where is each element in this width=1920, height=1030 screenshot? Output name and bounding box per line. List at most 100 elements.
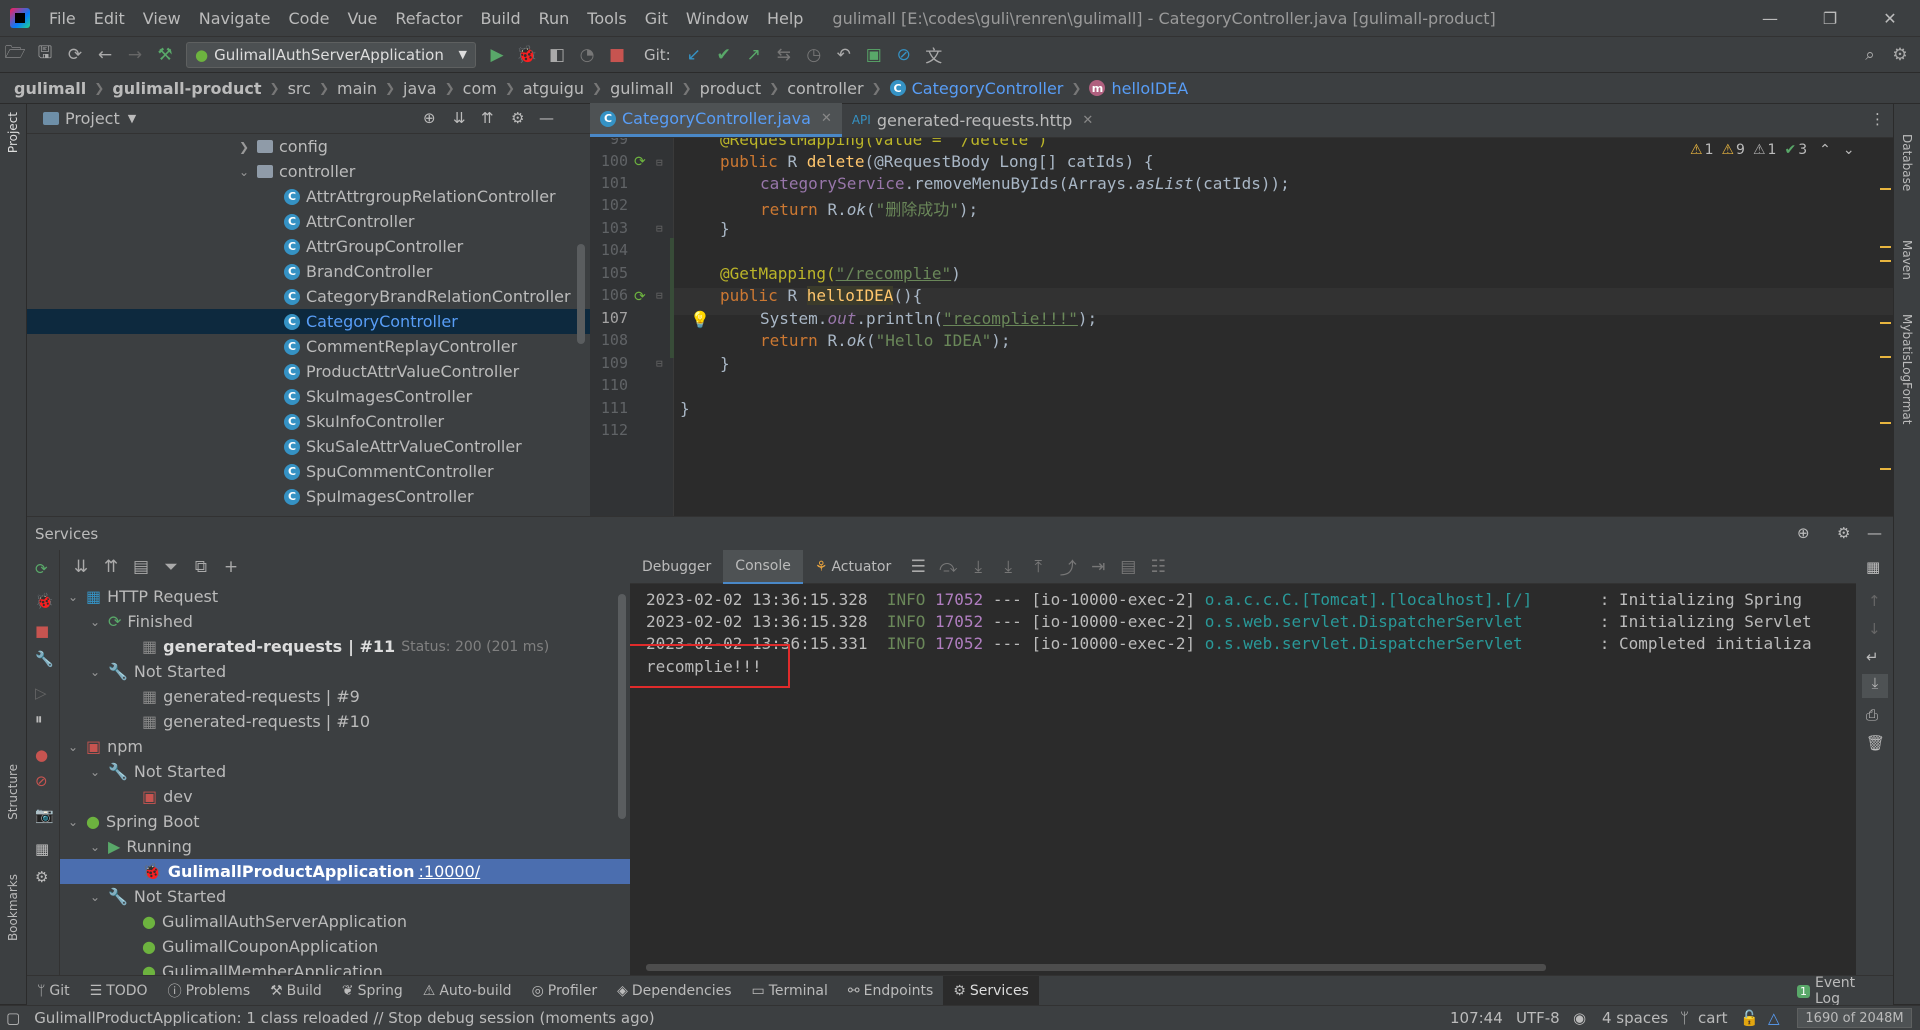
breadcrumb-item[interactable]: src — [288, 79, 311, 98]
menu-vue[interactable]: Vue — [338, 9, 386, 28]
tree-class-item[interactable]: C AttrGroupController — [27, 234, 590, 259]
git-push-icon[interactable]: ↗ — [739, 40, 769, 70]
tool-tab-event-log[interactable]: 1 Event Log — [1787, 975, 1893, 1007]
build-hammer-icon[interactable]: ⚒ — [150, 40, 180, 70]
wrench-icon[interactable]: 🔧 — [35, 650, 54, 668]
menu-navigate[interactable]: Navigate — [190, 9, 280, 28]
tree-class-item[interactable]: C CategoryBrandRelationController — [27, 284, 590, 309]
step-over-icon[interactable]: ⤓ — [963, 552, 993, 582]
close-tab-icon[interactable]: ✕ — [1082, 113, 1093, 128]
step-into-icon[interactable]: ⤓ — [993, 552, 1023, 582]
no-entry-icon[interactable]: ⊘ — [889, 40, 919, 70]
chevron-right-icon[interactable]: ❯ — [237, 140, 251, 154]
history-icon[interactable]: ◷ — [799, 40, 829, 70]
settings-icon[interactable]: ⚙ — [35, 868, 48, 886]
tree-node-dev[interactable]: ▣ dev — [60, 784, 630, 809]
tool-tab-git[interactable]: ᛘ Git — [27, 976, 80, 1006]
chevron-down-icon[interactable]: ⌄ — [88, 890, 102, 904]
chevron-down-icon[interactable]: ⌄ — [88, 665, 102, 679]
breadcrumb-item[interactable]: product — [700, 79, 762, 98]
console-h-scrollbar[interactable] — [646, 964, 1546, 971]
group-by-icon[interactable]: ▤ — [126, 552, 156, 582]
tool-tab-auto-build[interactable]: ⚠ Auto-build — [413, 976, 522, 1006]
intention-bulb-icon[interactable]: 💡 — [690, 310, 710, 329]
chevron-down-icon[interactable]: ⌄ — [237, 165, 251, 179]
tree-class-item[interactable]: C SkuImagesController — [27, 384, 590, 409]
tree-node-product-app[interactable]: 🐞 GulimallProductApplication:10000/ — [60, 859, 630, 884]
layout-icon[interactable]: ▦ — [1866, 558, 1880, 576]
menu-file[interactable]: File — [40, 9, 85, 28]
eye-icon[interactable]: ◉ — [1573, 1009, 1586, 1027]
indent-setting[interactable]: 4 spaces — [1592, 1009, 1678, 1027]
tree-class-item-selected[interactable]: C CategoryController — [27, 309, 590, 334]
tree-class-item[interactable]: C CommentReplayController — [27, 334, 590, 359]
open-folder-icon[interactable]: 🗁 — [0, 40, 30, 70]
tool-tab-profiler[interactable]: ◎ Profiler — [522, 976, 608, 1006]
pause-icon[interactable]: ⏸ — [35, 710, 43, 728]
menu-build[interactable]: Build — [471, 9, 529, 28]
collapse-all-icon[interactable]: ⇈ — [96, 552, 126, 582]
spring-endpoint-icon[interactable]: ⟳ — [634, 154, 646, 170]
cursor-position[interactable]: 107:44 — [1440, 1009, 1513, 1027]
tree-node-request-9[interactable]: ▦ generated-requests | #9 — [60, 684, 630, 709]
tree-class-item[interactable]: C BrandController — [27, 259, 590, 284]
project-view-select[interactable]: Project — [65, 109, 120, 128]
chevron-down-icon[interactable]: ⌄ — [66, 590, 80, 604]
breadcrumb-item[interactable]: controller — [787, 79, 863, 98]
expand-all-icon[interactable]: ⇊ — [66, 552, 96, 582]
tool-tab-spring[interactable]: ❦ Spring — [332, 976, 413, 1006]
console-output[interactable]: 2023-02-02 13:36:15.328 INFO 17052 --- [… — [630, 584, 1856, 975]
save-icon[interactable]: 🖫 — [30, 40, 60, 70]
collapse-all-icon[interactable]: ⇈ — [481, 109, 494, 127]
chevron-down-icon[interactable]: ⌄ — [88, 765, 102, 779]
monitor-icon[interactable]: ▣ — [859, 40, 889, 70]
up-arrow-icon[interactable]: ↑ — [1868, 592, 1881, 610]
tab-category-controller[interactable]: C CategoryController.java ✕ — [590, 103, 842, 137]
evaluate-icon[interactable]: ▤ — [1113, 552, 1143, 582]
new-tab-icon[interactable]: ⧉ — [186, 552, 216, 582]
gear-icon[interactable]: ⚙ — [1837, 524, 1850, 542]
chevron-down-icon[interactable]: ▼ — [128, 112, 136, 125]
tree-class-item[interactable]: C AttrController — [27, 209, 590, 234]
breadcrumb-item[interactable]: helloIDEA — [1111, 79, 1188, 98]
chevron-down-icon[interactable]: ⌄ — [88, 615, 102, 629]
tree-class-item[interactable]: C SkuInfoController — [27, 409, 590, 434]
tab-debugger[interactable]: Debugger — [630, 550, 723, 584]
down-arrow-icon[interactable]: ↓ — [1868, 620, 1881, 638]
print-icon[interactable]: ⎙ — [1866, 706, 1878, 724]
tree-folder-config[interactable]: ❯ config — [27, 134, 590, 159]
tab-generated-requests[interactable]: API generated-requests.http ✕ — [842, 103, 1103, 137]
drop-frame-icon[interactable]: ⤴ — [1053, 552, 1083, 582]
mybatis-log-tool-tab[interactable]: MybatisLogFormat — [1900, 314, 1914, 424]
locate-icon[interactable]: ⊕ — [423, 109, 436, 127]
resume-icon[interactable]: ▷ — [35, 684, 47, 702]
tree-node-not-started[interactable]: ⌄ 🔧 Not Started — [60, 759, 630, 784]
hide-icon[interactable]: — — [1867, 524, 1882, 542]
tree-folder-controller[interactable]: ⌄ controller — [27, 159, 590, 184]
tree-node-http-request[interactable]: ⌄ ▦ HTTP Request — [60, 584, 630, 609]
breadcrumb-item[interactable]: main — [337, 79, 377, 98]
fold-icon[interactable]: ⊟ — [656, 156, 663, 169]
notification-icon[interactable]: △ — [1768, 1009, 1780, 1027]
menu-run[interactable]: Run — [530, 9, 579, 28]
tree-class-item[interactable]: C AttrAttrgroupRelationController — [27, 184, 590, 209]
tool-tab-services[interactable]: ⚙ Services — [943, 975, 1039, 1006]
translate-icon[interactable]: 文 — [919, 40, 949, 70]
breadcrumb-item[interactable]: gulimall — [610, 79, 673, 98]
tree-node-member-app[interactable]: ● GulimallMemberApplication — [60, 959, 630, 975]
chevron-down-icon[interactable]: ⌄ — [66, 740, 80, 754]
minimize-button[interactable]: — — [1740, 0, 1800, 36]
tree-class-item[interactable]: C SkuSaleAttrValueController — [27, 434, 590, 459]
git-update-icon[interactable]: ↙ — [679, 40, 709, 70]
memory-indicator[interactable]: 1690 of 2048M — [1797, 1008, 1912, 1028]
fold-icon[interactable]: ⊟ — [656, 357, 663, 370]
spring-endpoint-icon[interactable]: ⟳ — [634, 289, 646, 305]
breadcrumb-item[interactable]: com — [463, 79, 497, 98]
breadcrumb-item[interactable]: atguigu — [523, 79, 584, 98]
menu-refactor[interactable]: Refactor — [386, 9, 471, 28]
structure-tool-tab[interactable]: Structure — [6, 764, 20, 820]
expand-all-icon[interactable]: ⇊ — [453, 109, 466, 127]
tree-class-item[interactable]: C SpuImagesController — [27, 484, 590, 509]
breadcrumb-item[interactable]: CategoryController — [912, 79, 1064, 98]
menu-tools[interactable]: Tools — [578, 9, 635, 28]
